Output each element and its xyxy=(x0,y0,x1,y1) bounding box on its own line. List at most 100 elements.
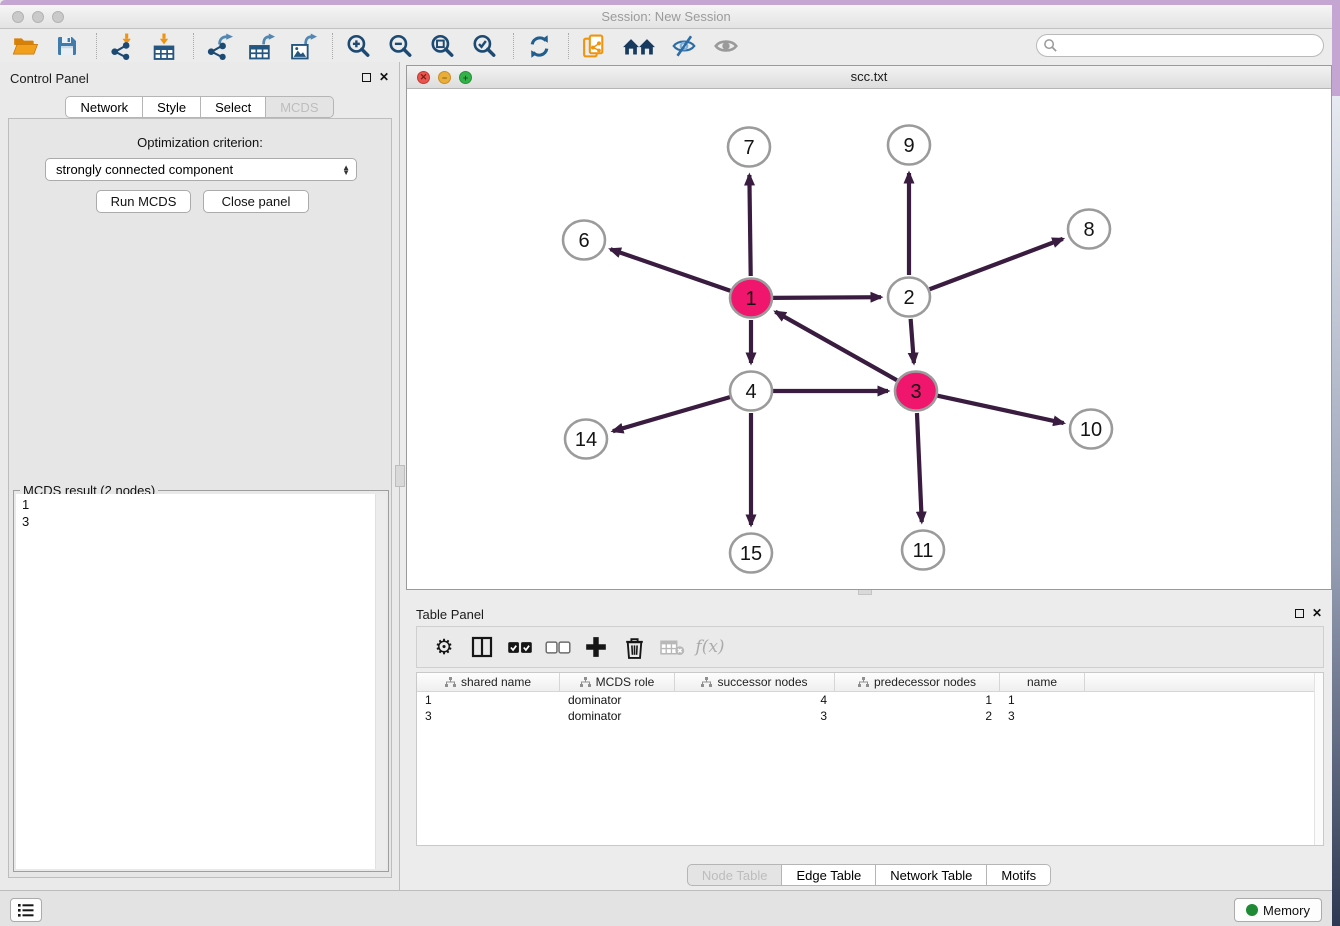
graph-node-8[interactable]: 8 xyxy=(1068,210,1110,249)
search-box[interactable] xyxy=(1036,34,1324,57)
tab-style[interactable]: Style xyxy=(143,96,201,118)
tab-network[interactable]: Network xyxy=(65,96,143,118)
memory-button[interactable]: Memory xyxy=(1234,898,1322,922)
import-network-icon xyxy=(109,33,135,60)
close-panel-button[interactable]: Close panel xyxy=(203,190,309,213)
column-header-predecessor-nodes[interactable]: predecessor nodes xyxy=(835,673,1000,691)
column-header-successor-nodes[interactable]: successor nodes xyxy=(675,673,835,691)
import-table-button[interactable] xyxy=(149,31,179,61)
tab-network-table[interactable]: Network Table xyxy=(876,864,987,886)
graph-node-11[interactable]: 11 xyxy=(902,531,944,570)
graph-node-10[interactable]: 10 xyxy=(1070,410,1112,449)
import-network-button[interactable] xyxy=(107,31,137,61)
float-panel-icon[interactable] xyxy=(359,70,373,84)
mcds-result-text[interactable]: 1 3 xyxy=(16,494,376,869)
mcds-result-group: MCDS result (2 nodes) 1 3 xyxy=(13,490,389,872)
graph-node-1[interactable]: 1 xyxy=(730,279,772,318)
column-header-label: name xyxy=(1027,675,1057,689)
graph-node-14[interactable]: 14 xyxy=(565,420,607,459)
create-column-button[interactable] xyxy=(581,632,611,662)
table-header-row: shared name MCDS rolesuccessor nodesprede… xyxy=(417,673,1323,692)
node-table: shared name MCDS rolesuccessor nodesprede… xyxy=(416,672,1324,846)
table-row[interactable]: 3dominator323 xyxy=(417,708,1323,724)
graph-edge-4-14[interactable] xyxy=(613,397,730,431)
toolbar-separator xyxy=(513,33,514,59)
graph-edge-2-8[interactable] xyxy=(930,239,1063,289)
tab-edge-table[interactable]: Edge Table xyxy=(782,864,876,886)
control-panel-title: Control Panel xyxy=(10,71,89,86)
tab-motifs[interactable]: Motifs xyxy=(987,864,1051,886)
column-header-MCDS-role[interactable]: MCDS role xyxy=(560,673,675,691)
close-panel-icon[interactable]: ✕ xyxy=(377,70,391,84)
result-scrollbar[interactable] xyxy=(376,494,386,869)
network-window-titlebar: ✕ − + scc.txt xyxy=(407,66,1331,89)
run-mcds-button[interactable]: Run MCDS xyxy=(96,190,191,213)
graph-node-label: 11 xyxy=(913,540,934,562)
home-layout-button[interactable] xyxy=(621,31,657,61)
table-panel-title: Table Panel xyxy=(416,607,484,622)
graph-node-label: 7 xyxy=(743,137,754,159)
column-header-label: shared name xyxy=(461,675,531,689)
graph-edge-2-3[interactable] xyxy=(911,319,914,363)
delete-column-button[interactable] xyxy=(619,632,649,662)
graph-edge-1-7[interactable] xyxy=(749,175,750,276)
home-icon xyxy=(622,33,656,59)
network-canvas[interactable]: 7 9 6 8 1 2 4 3 14 10 15 11 xyxy=(407,89,1331,589)
sort-hierarchy-icon xyxy=(701,677,712,688)
tab-select[interactable]: Select xyxy=(201,96,266,118)
graph-node-6[interactable]: 6 xyxy=(563,221,605,260)
clone-network-button[interactable] xyxy=(579,31,609,61)
search-input[interactable] xyxy=(1058,37,1323,55)
cell: 2 xyxy=(835,708,1000,724)
graph-edge-3-11[interactable] xyxy=(917,413,922,522)
float-table-panel-icon[interactable] xyxy=(1292,606,1306,620)
export-network-icon xyxy=(206,33,233,60)
close-table-panel-icon[interactable]: ✕ xyxy=(1310,606,1324,620)
graph-edge-3-1[interactable] xyxy=(775,312,896,380)
cell: 4 xyxy=(675,692,835,708)
export-network-button[interactable] xyxy=(204,31,234,61)
graph-node-label: 2 xyxy=(903,287,914,309)
table-panel: Table Panel ✕ ⚙ xyxy=(406,598,1332,890)
vertical-splitter-handle[interactable] xyxy=(395,465,405,487)
graph-node-15[interactable]: 15 xyxy=(730,534,772,573)
deselect-all-button[interactable] xyxy=(543,632,573,662)
graph-edge-1-6[interactable] xyxy=(610,249,730,291)
tab-node-table[interactable]: Node Table xyxy=(687,864,783,886)
export-table-icon xyxy=(248,33,275,60)
graph-node-2[interactable]: 2 xyxy=(888,278,930,317)
zoom-selected-button[interactable] xyxy=(469,31,499,61)
export-table-button[interactable] xyxy=(246,31,276,61)
mcds-panel: Optimization criterion: strongly connect… xyxy=(8,118,392,878)
export-image-button[interactable] xyxy=(288,31,318,61)
task-history-button[interactable] xyxy=(10,898,42,922)
table-settings-button[interactable]: ⚙ xyxy=(429,632,459,662)
column-header-shared-name[interactable]: shared name xyxy=(417,673,560,691)
open-session-button[interactable] xyxy=(10,31,40,61)
screen: Session: New Session xyxy=(0,0,1340,926)
graph-edge-1-2[interactable] xyxy=(773,297,881,298)
graph-edge-3-10[interactable] xyxy=(937,396,1063,423)
delete-table-button[interactable] xyxy=(657,632,687,662)
zoom-in-button[interactable] xyxy=(343,31,373,61)
graph-node-label: 10 xyxy=(1080,419,1102,441)
graph-node-9[interactable]: 9 xyxy=(888,126,930,165)
show-panels-button[interactable] xyxy=(711,31,741,61)
show-columns-button[interactable] xyxy=(467,632,497,662)
graph-node-3[interactable]: 3 xyxy=(895,372,937,411)
select-all-button[interactable] xyxy=(505,632,535,662)
table-scrollbar[interactable] xyxy=(1314,673,1323,845)
hide-panels-button[interactable] xyxy=(669,31,699,61)
zoom-out-icon xyxy=(387,33,413,59)
optimization-criterion-select[interactable]: strongly connected component ▲▼ xyxy=(45,158,357,181)
table-row[interactable]: 1dominator411 xyxy=(417,692,1323,708)
graph-node-7[interactable]: 7 xyxy=(728,128,770,167)
zoom-fit-button[interactable] xyxy=(427,31,457,61)
zoom-out-button[interactable] xyxy=(385,31,415,61)
refresh-button[interactable] xyxy=(524,31,554,61)
function-builder-button[interactable]: f(x) xyxy=(695,632,725,662)
column-header-name[interactable]: name xyxy=(1000,673,1085,691)
tab-mcds[interactable]: MCDS xyxy=(266,96,333,118)
graph-node-4[interactable]: 4 xyxy=(730,372,772,411)
save-session-button[interactable] xyxy=(52,31,82,61)
